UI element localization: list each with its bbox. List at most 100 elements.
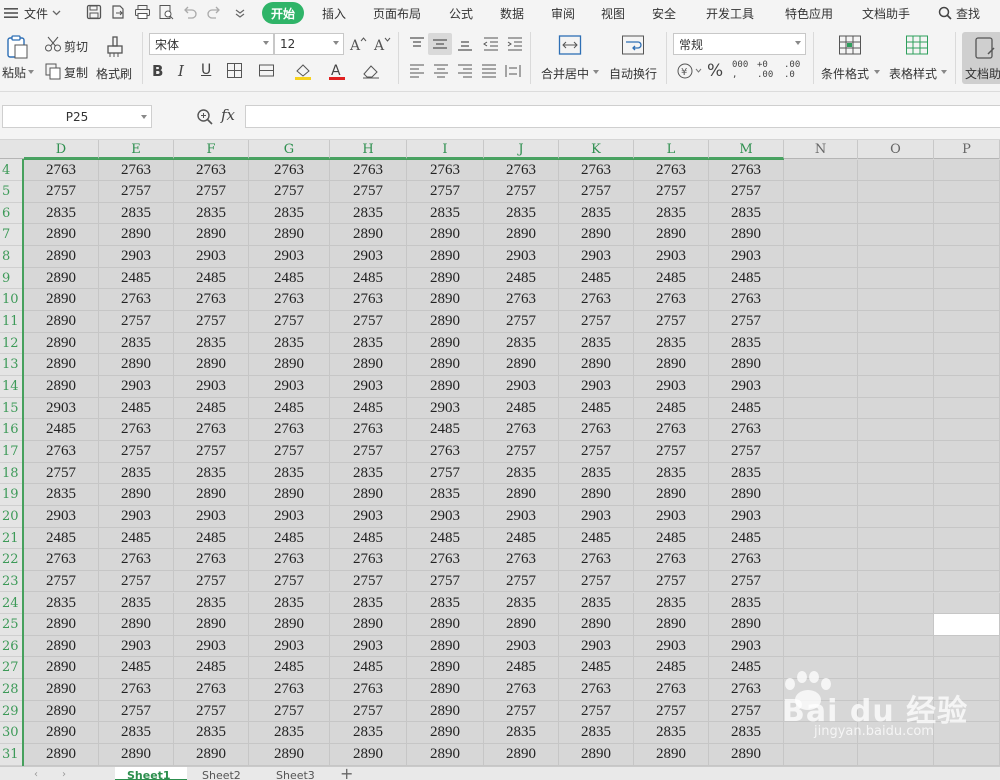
conditional-format-icon[interactable] — [838, 34, 862, 56]
cell-m31[interactable]: 2890 — [709, 744, 784, 766]
cell-l24[interactable]: 2835 — [634, 592, 709, 615]
cell-l8[interactable]: 2903 — [634, 246, 709, 268]
cell-o13[interactable] — [858, 354, 934, 376]
cell-m21[interactable]: 2485 — [709, 527, 784, 550]
cell-o4[interactable] — [858, 159, 934, 182]
cell-k18[interactable]: 2835 — [559, 462, 634, 485]
cell-e16[interactable]: 2763 — [99, 419, 174, 441]
cell-e18[interactable]: 2835 — [99, 462, 174, 485]
cell-o20[interactable] — [858, 505, 934, 528]
copy-label[interactable]: 复制 — [64, 64, 88, 81]
cell-p26[interactable] — [934, 635, 1000, 658]
cell-l22[interactable]: 2763 — [634, 549, 709, 571]
cell-i14[interactable]: 2890 — [407, 376, 484, 398]
cell-d11[interactable]: 2890 — [24, 311, 99, 333]
conditional-format-caret[interactable] — [874, 70, 880, 74]
cell-o31[interactable] — [858, 744, 934, 766]
cell-j16[interactable]: 2763 — [484, 419, 559, 441]
cell-j9[interactable]: 2485 — [484, 267, 559, 290]
cell-n22[interactable] — [784, 549, 858, 571]
row-header[interactable]: 7 — [0, 224, 22, 247]
cell-p13[interactable] — [934, 354, 1000, 376]
cell-o14[interactable] — [858, 376, 934, 398]
cell-d17[interactable]: 2763 — [24, 440, 99, 463]
cell-k6[interactable]: 2835 — [559, 202, 634, 225]
cell-f18[interactable]: 2835 — [174, 462, 249, 485]
cell-h25[interactable]: 2890 — [330, 614, 407, 636]
cell-h22[interactable]: 2763 — [330, 549, 407, 571]
cell-o16[interactable] — [858, 419, 934, 441]
file-menu[interactable]: 文件 — [4, 0, 61, 26]
cell-p24[interactable] — [934, 592, 1000, 615]
cell-h9[interactable]: 2485 — [330, 267, 407, 290]
cell-k15[interactable]: 2485 — [559, 397, 634, 420]
cell-f11[interactable]: 2757 — [174, 311, 249, 333]
cell-m18[interactable]: 2835 — [709, 462, 784, 485]
cell-g28[interactable]: 2763 — [249, 679, 330, 701]
cell-l4[interactable]: 2763 — [634, 159, 709, 182]
cell-p4[interactable] — [934, 159, 1000, 182]
cell-d4[interactable]: 2763 — [24, 159, 99, 182]
cell-k24[interactable]: 2835 — [559, 592, 634, 615]
cell-h15[interactable]: 2485 — [330, 397, 407, 420]
next-sheet-icon[interactable]: › — [62, 769, 66, 780]
row-header[interactable]: 9 — [0, 268, 22, 290]
cell-m28[interactable]: 2763 — [709, 679, 784, 701]
cell-n14[interactable] — [784, 376, 858, 398]
column-header-d[interactable]: D — [24, 140, 99, 159]
cell-g10[interactable]: 2763 — [249, 289, 330, 312]
name-box[interactable]: P25 — [2, 105, 152, 128]
cell-e30[interactable]: 2835 — [99, 722, 174, 745]
tab-security[interactable]: 安全 — [652, 0, 676, 26]
cell-f29[interactable]: 2757 — [174, 700, 249, 723]
cell-e10[interactable]: 2763 — [99, 289, 174, 312]
cell-e19[interactable]: 2890 — [99, 484, 174, 506]
cell-d16[interactable]: 2485 — [24, 419, 99, 441]
cell-g14[interactable]: 2903 — [249, 376, 330, 398]
cell-j31[interactable]: 2890 — [484, 744, 559, 766]
cell-i12[interactable]: 2890 — [407, 332, 484, 355]
sheet-tab-1[interactable]: Sheet1 — [115, 767, 187, 780]
eraser-icon[interactable] — [362, 62, 380, 80]
cell-g25[interactable]: 2890 — [249, 614, 330, 636]
cell-m25[interactable]: 2890 — [709, 614, 784, 636]
fx-icon[interactable]: fx — [221, 106, 235, 124]
underline-icon[interactable]: U — [201, 62, 219, 80]
cell-i15[interactable]: 2903 — [407, 397, 484, 420]
cell-f13[interactable]: 2890 — [174, 354, 249, 376]
row-header[interactable]: 12 — [0, 333, 22, 355]
column-header-p[interactable]: P — [934, 140, 1000, 159]
cell-d19[interactable]: 2835 — [24, 484, 99, 506]
decrease-indent-icon[interactable] — [482, 35, 500, 53]
cell-j6[interactable]: 2835 — [484, 202, 559, 225]
cell-d26[interactable]: 2890 — [24, 635, 99, 658]
currency-icon[interactable]: ¥ — [676, 62, 702, 80]
selected-cell[interactable] — [934, 614, 1000, 636]
cell-g4[interactable]: 2763 — [249, 159, 330, 182]
cell-n15[interactable] — [784, 397, 858, 420]
cell-h19[interactable]: 2890 — [330, 484, 407, 506]
cell-d21[interactable]: 2485 — [24, 527, 99, 550]
cell-e14[interactable]: 2903 — [99, 376, 174, 398]
row-header[interactable]: 17 — [0, 441, 22, 463]
cell-p11[interactable] — [934, 311, 1000, 333]
cell-j13[interactable]: 2890 — [484, 354, 559, 376]
cell-p19[interactable] — [934, 484, 1000, 506]
column-header-i[interactable]: I — [407, 140, 484, 159]
cell-m24[interactable]: 2835 — [709, 592, 784, 615]
cell-n6[interactable] — [784, 202, 858, 225]
cell-h10[interactable]: 2763 — [330, 289, 407, 312]
row-header[interactable]: 29 — [0, 701, 22, 723]
cell-p8[interactable] — [934, 246, 1000, 268]
cell-e23[interactable]: 2757 — [99, 570, 174, 593]
cell-j7[interactable]: 2890 — [484, 224, 559, 247]
column-header-n[interactable]: N — [784, 140, 858, 159]
cell-e9[interactable]: 2485 — [99, 267, 174, 290]
cell-d25[interactable]: 2890 — [24, 614, 99, 636]
cell-p18[interactable] — [934, 462, 1000, 485]
cell-g12[interactable]: 2835 — [249, 332, 330, 355]
cell-e4[interactable]: 2763 — [99, 159, 174, 182]
tab-review[interactable]: 审阅 — [551, 0, 575, 26]
row-header[interactable]: 22 — [0, 549, 22, 571]
cell-j15[interactable]: 2485 — [484, 397, 559, 420]
